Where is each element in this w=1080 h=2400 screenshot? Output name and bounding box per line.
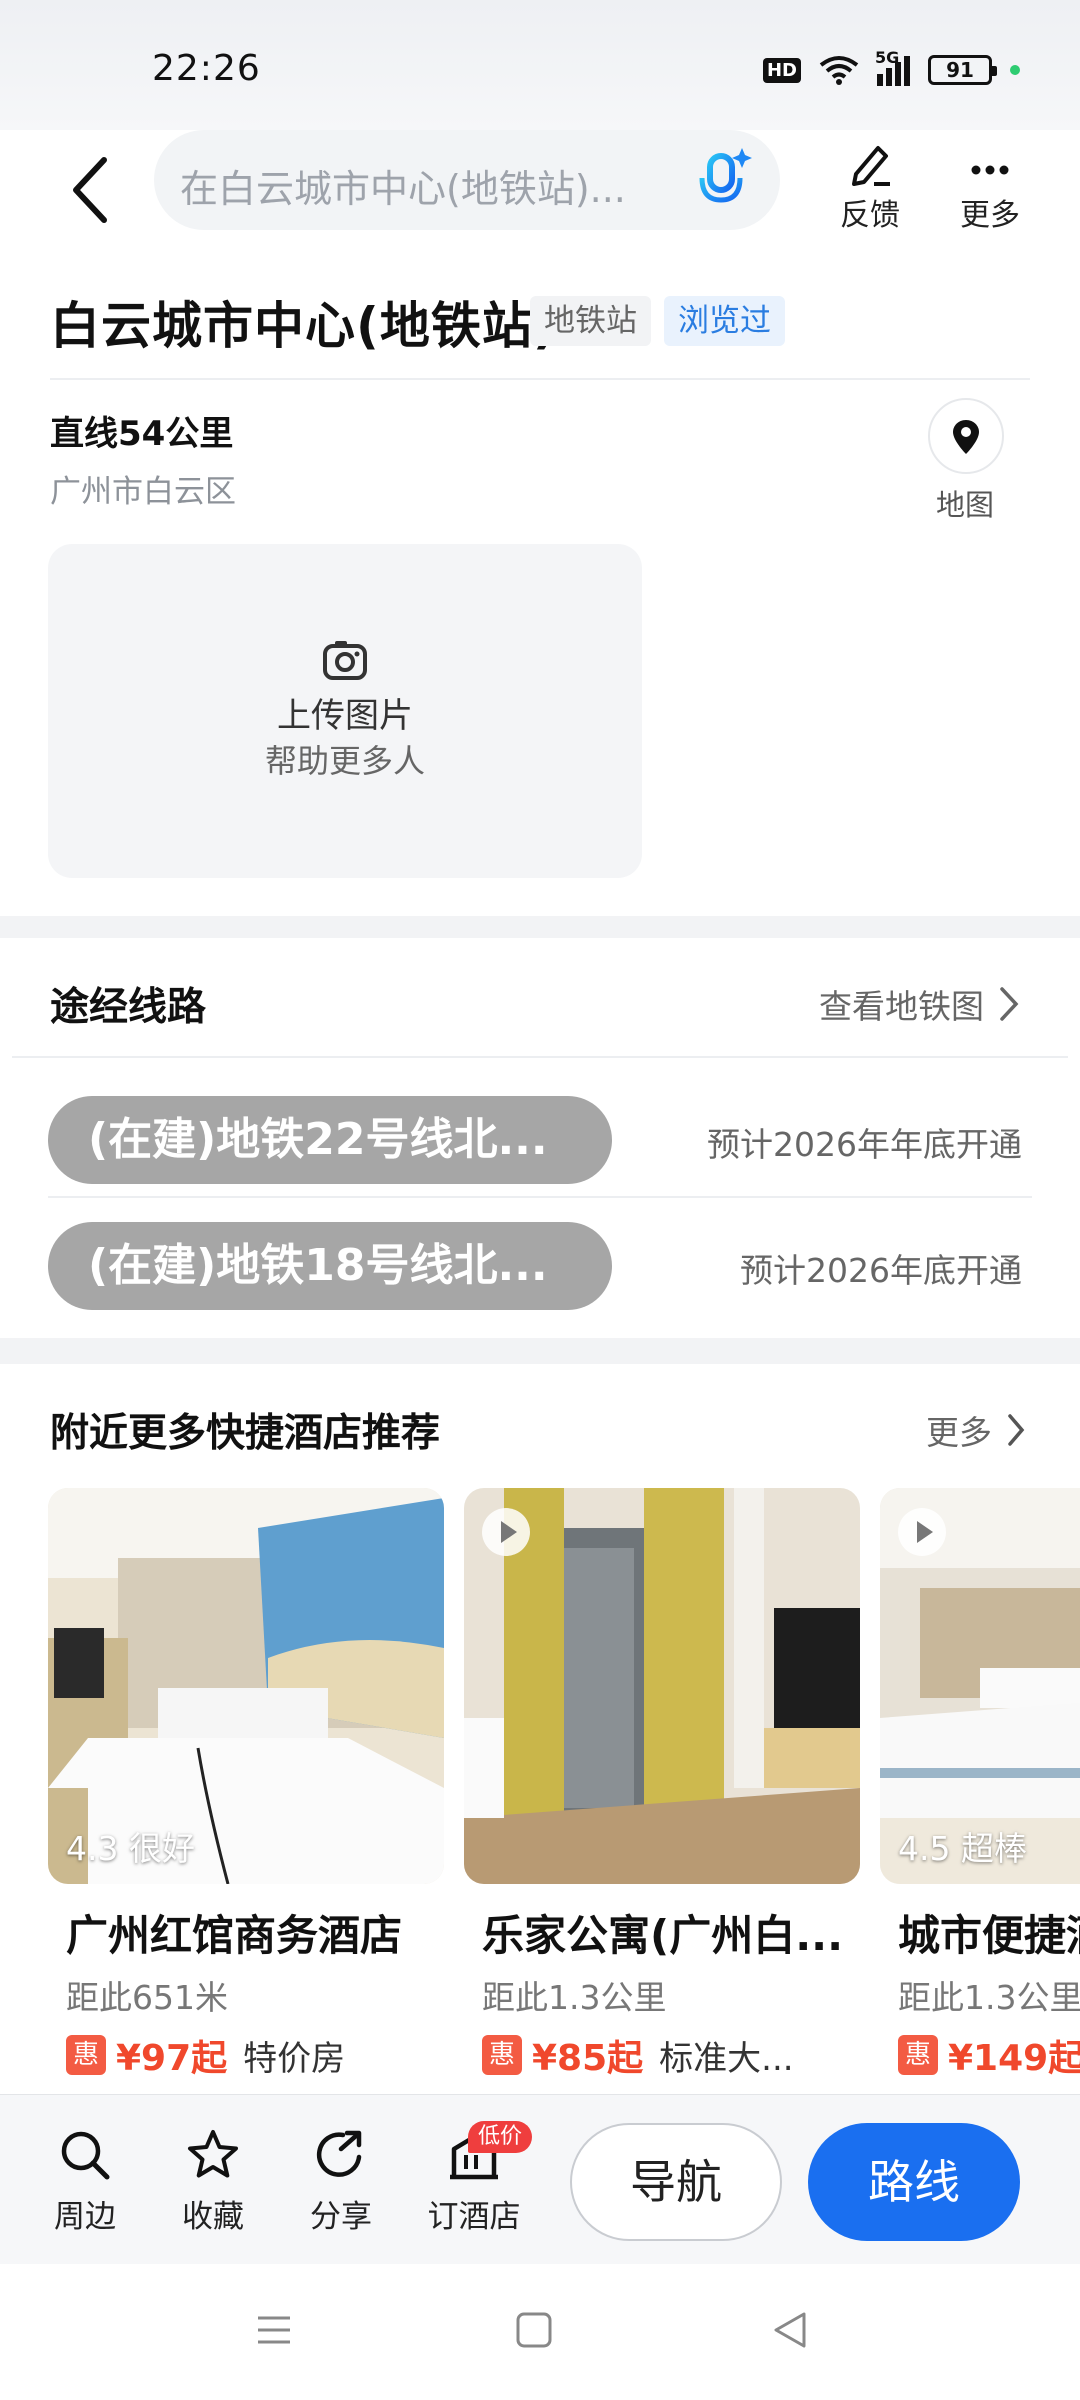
upload-subtitle: 帮助更多人 — [264, 742, 425, 780]
hotel-card[interactable]: 4.3 很好 广州红馆商务酒店 距此651米 惠 ¥97起 特价房 — [48, 1488, 444, 2081]
hotel-photo: 4.3 很好 — [48, 1488, 444, 1884]
share-icon — [316, 2130, 362, 2177]
map-label: 地图 — [936, 488, 995, 522]
back-icon[interactable] — [62, 150, 122, 230]
tab-favorite[interactable]: 收藏 — [158, 2127, 268, 2236]
routes-section: 途经线路 查看地铁图 (在建)地铁22号线北... 预计2026年年底开通 (在… — [0, 938, 1080, 1338]
menu-icon[interactable] — [254, 2310, 294, 2350]
routes-title: 途经线路 — [50, 985, 207, 1030]
system-nav-bar — [0, 2264, 1080, 2400]
more-dots-icon — [971, 165, 1009, 175]
hotel-price-row: 惠 ¥85起 标准大... — [464, 2029, 860, 2081]
star-icon — [188, 2130, 238, 2178]
hotel-photo — [464, 1488, 860, 1884]
search-header: 在白云城市中心(地铁站)... 反馈 更多 — [0, 130, 1080, 248]
map-button[interactable] — [928, 398, 1004, 474]
hotel-price: ¥149起 — [948, 2038, 1080, 2079]
search-text: 在白云城市中心(地铁站)... — [180, 167, 626, 211]
play-video-icon[interactable] — [482, 1508, 530, 1556]
edit-icon — [852, 146, 890, 186]
divider — [48, 1196, 1032, 1198]
feedback-button[interactable]: 反馈 — [820, 140, 920, 234]
hotel-photo: 4.5 超棒 — [880, 1488, 1080, 1884]
poi-type-tag: 地铁站 — [530, 296, 651, 346]
status-bar: 22:26 HD 5G 91 — [0, 0, 1080, 130]
discount-badge: 惠 — [482, 2035, 522, 2075]
poi-distance: 直线54公里 — [50, 414, 234, 454]
discount-badge: 惠 — [66, 2035, 106, 2075]
wifi-icon — [819, 56, 859, 85]
voice-assistant-icon[interactable] — [688, 144, 758, 214]
hotel-price-row: 惠 ¥97起 特价房 — [48, 2029, 444, 2081]
hotel-name: 广州红馆商务酒店 — [66, 1911, 403, 1960]
hd-icon: HD — [762, 57, 801, 83]
signal-icon: 5G — [875, 48, 910, 86]
hotel-card[interactable]: 4.5 超棒 城市便捷酒 距此1.3公里 惠 ¥149起 — [880, 1488, 1080, 2081]
hotel-rating: 4.3 很好 — [66, 1829, 195, 1868]
metro-line-note: 预计2026年底开通 — [740, 1251, 1022, 1290]
hotel-distance: 距此1.3公里 — [898, 1978, 1080, 2017]
chevron-right-icon — [1008, 1414, 1025, 1446]
metro-line-note: 预计2026年年底开通 — [707, 1125, 1022, 1164]
battery-icon: 91 — [928, 55, 997, 85]
hotels-more-link[interactable]: 更多 — [926, 1406, 1026, 1454]
privacy-dot — [1010, 65, 1020, 75]
home-icon[interactable] — [514, 2310, 554, 2350]
low-price-badge: 低价 — [468, 2121, 533, 2153]
poi-district: 广州市白云区 — [50, 474, 236, 510]
hotel-rating: 4.5 超棒 — [898, 1829, 1027, 1868]
discount-badge: 惠 — [898, 2035, 938, 2075]
hotels-title: 附近更多快捷酒店推荐 — [50, 1411, 441, 1456]
camera-icon — [323, 641, 367, 680]
divider — [12, 1056, 1068, 1058]
poi-title: 白云城市中心(地铁站) — [50, 297, 557, 355]
status-time: 22:26 — [152, 48, 261, 89]
chevron-right-icon — [1000, 987, 1019, 1021]
hotel-distance: 距此651米 — [66, 1978, 228, 2017]
hotel-recommendations: 附近更多快捷酒店推荐 更多 4.3 很好 广州红馆商务酒店 距此651米 惠 ¥… — [0, 1364, 1080, 2094]
hotel-price: ¥97起 — [116, 2038, 228, 2079]
view-metro-map-link[interactable]: 查看地铁图 — [819, 980, 1020, 1028]
divider — [50, 378, 1030, 380]
hotel-card[interactable]: 乐家公寓(广州白... 距此1.3公里 惠 ¥85起 标准大... — [464, 1488, 860, 2081]
bottom-action-bar: 周边 收藏 分享 订酒店 低价 导航 路线 — [0, 2094, 1080, 2264]
viewed-tag: 浏览过 — [664, 296, 785, 346]
tab-share[interactable]: 分享 — [286, 2127, 396, 2236]
hotel-name: 城市便捷酒 — [898, 1911, 1080, 1960]
location-pin-icon — [953, 420, 979, 454]
hotel-distance: 距此1.3公里 — [482, 1978, 667, 2017]
status-icons: HD 5G 91 — [762, 48, 1020, 86]
room-type: 特价房 — [243, 2038, 346, 2079]
room-type: 标准大... — [659, 2038, 794, 2079]
play-video-icon[interactable] — [898, 1508, 946, 1556]
metro-line-pill[interactable]: (在建)地铁18号线北... — [48, 1222, 612, 1310]
tab-nearby[interactable]: 周边 — [30, 2127, 140, 2236]
navigate-button[interactable]: 导航 — [570, 2123, 782, 2241]
poi-card: 白云城市中心(地铁站) 地铁站 浏览过 直线54公里 广州市白云区 地图 上传图… — [0, 248, 1080, 916]
more-button[interactable]: 更多 — [940, 140, 1040, 234]
metro-line-pill[interactable]: (在建)地铁22号线北... — [48, 1096, 612, 1184]
hotel-price-row: 惠 ¥149起 — [880, 2029, 1080, 2081]
upload-title: 上传图片 — [277, 696, 413, 736]
hotel-name: 乐家公寓(广州白... — [482, 1911, 844, 1960]
search-icon — [61, 2131, 110, 2180]
route-button[interactable]: 路线 — [808, 2123, 1020, 2241]
hotel-price: ¥85起 — [532, 2038, 644, 2079]
upload-photo-button[interactable]: 上传图片 帮助更多人 — [48, 544, 642, 878]
back-nav-icon[interactable] — [770, 2310, 810, 2350]
search-input[interactable]: 在白云城市中心(地铁站)... — [154, 130, 780, 230]
